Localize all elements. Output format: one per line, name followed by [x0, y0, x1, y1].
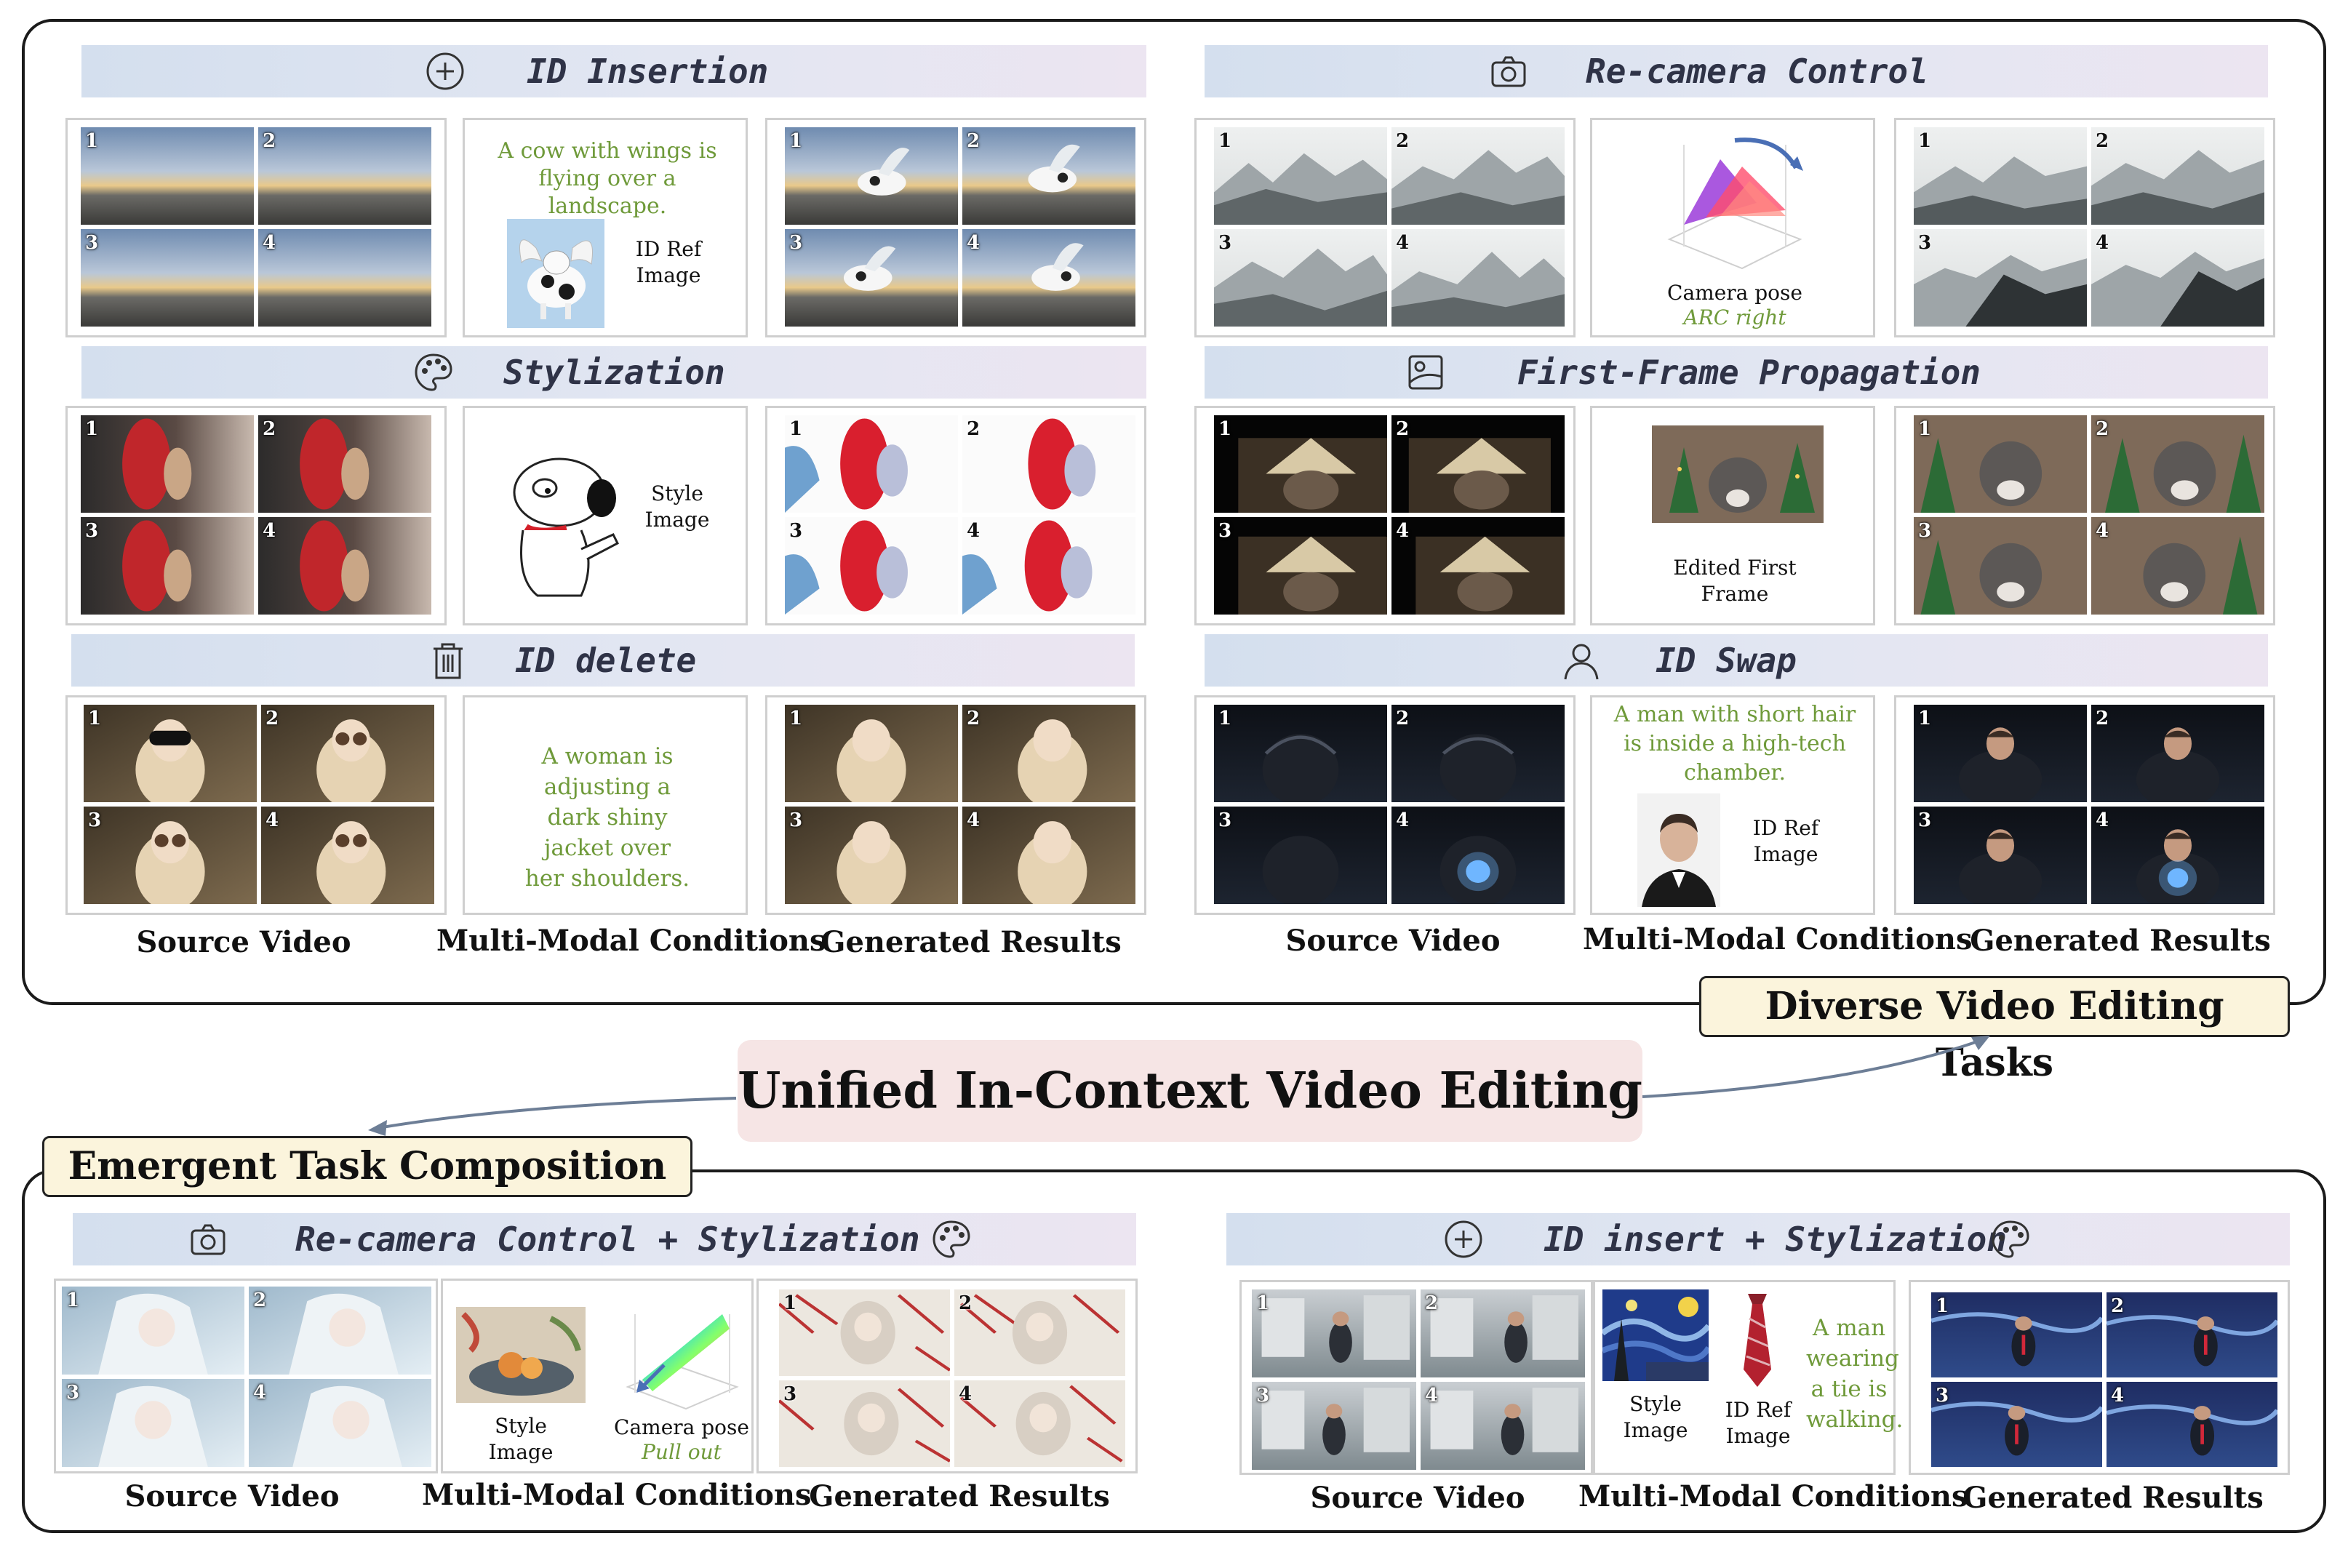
pull-out-pose-diagram: [626, 1314, 739, 1410]
column-label-conditions: Multi-Modal Conditions: [1578, 1479, 1968, 1513]
result-frame: 1: [779, 1289, 950, 1376]
insert-style-results-panel: 1 2 3 4: [1909, 1280, 2290, 1475]
style-image-label: Style Image: [488, 1414, 554, 1464]
camera-pose-caption: Camera pose: [614, 1415, 749, 1439]
result-frame: 4: [954, 1380, 1125, 1467]
column-label-conditions: Multi-Modal Conditions: [422, 1478, 812, 1512]
recam-style-conditions-panel: Style Image Camera pose Pull out: [441, 1279, 754, 1473]
plus-circle-icon: [1445, 1220, 1482, 1258]
center-title: Unified In-Context Video Editing: [738, 1062, 1642, 1120]
result-frame: 2: [954, 1289, 1125, 1376]
insert-style-source-panel: 1 2 3 4: [1239, 1280, 1593, 1475]
recam-style-header: Re-camera Control + Stylization: [73, 1213, 1136, 1265]
insert-style-title: ID insert + Stylization: [1544, 1220, 2007, 1259]
result-frame: 2: [2107, 1292, 2277, 1377]
column-label-results: Generated Results: [1962, 1481, 2264, 1515]
recam-style-title: Re-camera Control + Stylization: [295, 1220, 920, 1259]
palette-icon: [1992, 1220, 2029, 1258]
still-life-style-image: [456, 1307, 586, 1403]
result-frame: 4: [2107, 1382, 2277, 1467]
source-frame: 4: [249, 1379, 431, 1467]
source-frame: 4: [1421, 1382, 1585, 1470]
starry-night-style-image: [1602, 1289, 1709, 1381]
source-frame: 1: [1252, 1289, 1416, 1377]
palette-icon: [933, 1220, 970, 1258]
id-ref-label: ID Ref Image: [1725, 1398, 1792, 1448]
result-frame: 3: [1931, 1382, 2102, 1467]
source-frame: 2: [249, 1287, 431, 1375]
camera-pose-value: Pull out: [642, 1440, 722, 1464]
source-frame: 2: [1421, 1289, 1585, 1377]
source-frame: 3: [62, 1379, 244, 1467]
insert-style-conditions-panel: Style Image ID Ref Image A man wearing a…: [1593, 1280, 1904, 1475]
emergent-composition-note: Emergent Task Composition: [42, 1136, 692, 1197]
camera-icon: [191, 1224, 225, 1255]
style-image-label: Style Image: [1623, 1392, 1688, 1442]
column-label-source: Source Video: [124, 1479, 340, 1513]
tie-ref-image: [1744, 1294, 1771, 1387]
insert-style-prompt: A man wearing a tie is walking.: [1806, 1315, 1904, 1433]
insert-style-header: ID insert + Stylization: [1226, 1213, 2290, 1265]
result-frame: 1: [1931, 1292, 2102, 1377]
result-frame: 3: [779, 1380, 950, 1467]
source-frame: 1: [62, 1287, 244, 1375]
source-frame: 3: [1252, 1382, 1416, 1470]
column-label-source: Source Video: [1310, 1481, 1525, 1515]
column-label-results: Generated Results: [809, 1479, 1110, 1513]
recam-style-results-panel: 1 2 3 4: [756, 1279, 1138, 1473]
recam-style-source-panel: 1 2 3 4: [54, 1279, 438, 1473]
